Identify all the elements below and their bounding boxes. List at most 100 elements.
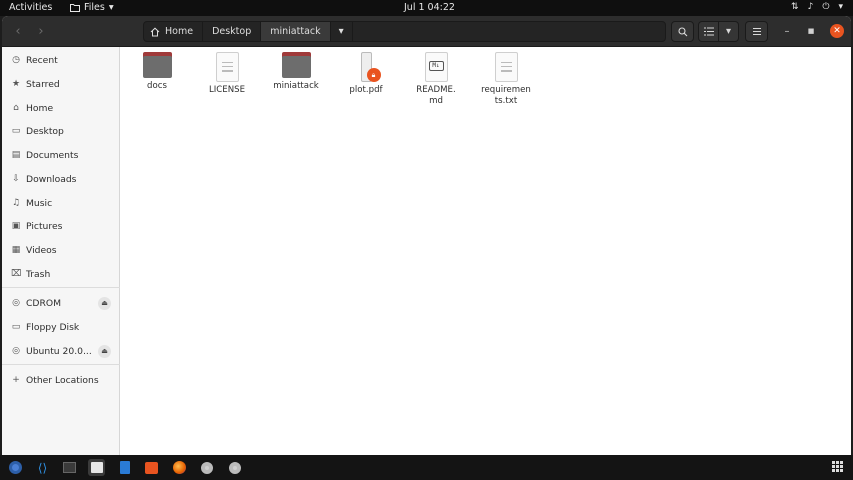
terminal-icon [63, 462, 76, 473]
eject-icon: ⏏ [101, 347, 108, 355]
system-tray[interactable]: ⇅ ♪ ⏻ ▾ [791, 2, 843, 12]
dock-files[interactable] [88, 459, 105, 476]
text-file-icon [494, 52, 518, 82]
software-icon [145, 461, 158, 474]
sidebar-divider [2, 287, 120, 288]
clock[interactable]: Jul 1 04:22 [404, 2, 455, 13]
minimize-button[interactable]: – [780, 24, 794, 38]
breadcrumb-current[interactable]: miniattack [261, 22, 331, 41]
view-options-button[interactable]: ▾ [719, 21, 739, 42]
activities-button[interactable]: Activities [9, 2, 52, 13]
drive-icon: ▭ [11, 322, 21, 332]
disc-icon: ◎ [12, 298, 20, 308]
main-menu-button[interactable] [745, 21, 768, 42]
dock-writer[interactable] [116, 459, 133, 476]
star-icon: ★ [11, 79, 21, 89]
sidebar-item-label: CDROM [26, 297, 62, 309]
sidebar-item-documents[interactable]: ▤ Documents [2, 145, 120, 165]
sidebar-item-home[interactable]: ⌂ Home [2, 98, 120, 118]
path-menu-button[interactable]: ▾ [331, 22, 353, 41]
view-options-icon: ▾ [725, 26, 732, 37]
videos-icon: ▦ [11, 245, 21, 255]
breadcrumb-label: miniattack [270, 26, 321, 37]
network-icon: ⇅ [791, 2, 799, 12]
chevron-right-icon: › [38, 24, 44, 39]
path-bar: Home Desktop miniattack ▾ [143, 21, 666, 42]
sidebar-item-downloads[interactable]: ⇩ Downloads [2, 169, 120, 189]
text-file-icon [215, 52, 239, 82]
sidebar-item-other-locations[interactable]: + Other Locations [2, 370, 120, 390]
sidebar-item-pictures[interactable]: ▣ Pictures [2, 216, 120, 236]
file-name: plot.pdf [349, 85, 383, 95]
sidebar-item-label: Documents [26, 149, 79, 161]
dock-disc-2[interactable] [226, 459, 243, 476]
maximize-button[interactable]: ■ [804, 24, 818, 38]
file-item-plot-pdf[interactable]: 🔒︎ plot.pdf [331, 52, 401, 96]
chevron-down-icon: ▾ [338, 26, 344, 37]
sidebar-item-trash[interactable]: ⌧ Trash [2, 264, 120, 284]
app-menu-files[interactable]: Files ▾ [70, 2, 114, 13]
maximize-icon: ■ [807, 27, 815, 35]
file-item-requirements[interactable]: requiremen ts.txt [471, 52, 541, 107]
file-item-license[interactable]: LICENSE [192, 52, 262, 96]
lock-icon: 🔒︎ [366, 68, 381, 82]
breadcrumb-desktop[interactable]: Desktop [203, 22, 262, 41]
forward-button[interactable]: › [30, 22, 52, 41]
trash-icon: ⌧ [11, 269, 22, 279]
chevron-down-icon: ▾ [108, 2, 114, 13]
dock: ⟨⟩ [0, 455, 853, 480]
chromium-icon [9, 461, 22, 474]
dock-disc-1[interactable] [198, 459, 215, 476]
search-button[interactable] [671, 21, 694, 42]
sidebar-item-label: Other Locations [26, 374, 99, 386]
file-item-docs[interactable]: docs [122, 52, 192, 92]
sidebar-item-label: Videos [26, 244, 57, 256]
list-view-button[interactable] [698, 21, 719, 42]
clock-icon: ◷ [12, 55, 20, 65]
home-icon [150, 27, 160, 36]
eject-button[interactable]: ⏏ [98, 344, 111, 358]
file-item-readme[interactable]: M↓ README. md [401, 52, 471, 107]
dock-vscode[interactable]: ⟨⟩ [34, 459, 51, 476]
sidebar-item-label: Trash [26, 268, 51, 280]
pictures-icon: ▣ [11, 221, 21, 231]
close-button[interactable]: ✕ [830, 24, 844, 38]
close-icon: ✕ [833, 26, 841, 36]
sidebar-item-label: Starred [26, 78, 60, 90]
folder-icon [281, 52, 311, 78]
sidebar-item-desktop[interactable]: ▭ Desktop [2, 121, 120, 141]
sidebar-item-music[interactable]: ♫ Music [2, 193, 120, 213]
sidebar-item-ubuntu[interactable]: ◎ Ubuntu 20.0... ⏏ [2, 341, 120, 361]
sidebar-item-starred[interactable]: ★ Starred [2, 74, 120, 94]
power-icon: ⏻ [822, 2, 830, 12]
sidebar-item-videos[interactable]: ▦ Videos [2, 240, 120, 260]
download-icon: ⇩ [12, 174, 20, 184]
file-item-miniattack[interactable]: miniattack [261, 52, 331, 92]
file-view[interactable]: docs LICENSE miniattack 🔒︎ plot.pdf M↓ R… [121, 47, 851, 455]
sidebar-item-label: Downloads [26, 173, 77, 185]
minimize-icon: – [784, 25, 790, 37]
sidebar-item-label: Pictures [26, 220, 63, 232]
top-bar: Activities Files ▾ Jul 1 04:22 ⇅ ♪ ⏻ ▾ [0, 0, 853, 16]
eject-button[interactable]: ⏏ [98, 296, 111, 310]
dock-firefox[interactable] [171, 459, 188, 476]
document-icon: ▤ [11, 150, 21, 160]
sidebar-item-recent[interactable]: ◷ Recent [2, 50, 120, 70]
dock-chromium[interactable] [7, 459, 24, 476]
dock-terminal[interactable] [61, 459, 78, 476]
sidebar-item-cdrom[interactable]: ◎ CDROM ⏏ [2, 293, 120, 313]
files-window: ‹ › Home Desktop miniattack ▾ ▾ – ■ ✕ ◷ … [2, 16, 851, 455]
plus-icon: + [12, 375, 20, 385]
disc-icon [200, 461, 213, 474]
sidebar-item-floppy-disk[interactable]: ▭ Floppy Disk [2, 317, 120, 337]
file-name: miniattack [273, 81, 319, 91]
chevron-down-icon: ▾ [838, 2, 843, 12]
chevron-left-icon: ‹ [15, 24, 21, 39]
breadcrumb-home[interactable]: Home [144, 22, 204, 41]
vscode-icon: ⟨⟩ [37, 460, 48, 475]
writer-icon [119, 461, 130, 474]
hamburger-menu-icon [752, 27, 761, 36]
back-button[interactable]: ‹ [7, 22, 29, 41]
dock-software[interactable] [143, 459, 160, 476]
show-applications-button[interactable] [832, 461, 843, 472]
